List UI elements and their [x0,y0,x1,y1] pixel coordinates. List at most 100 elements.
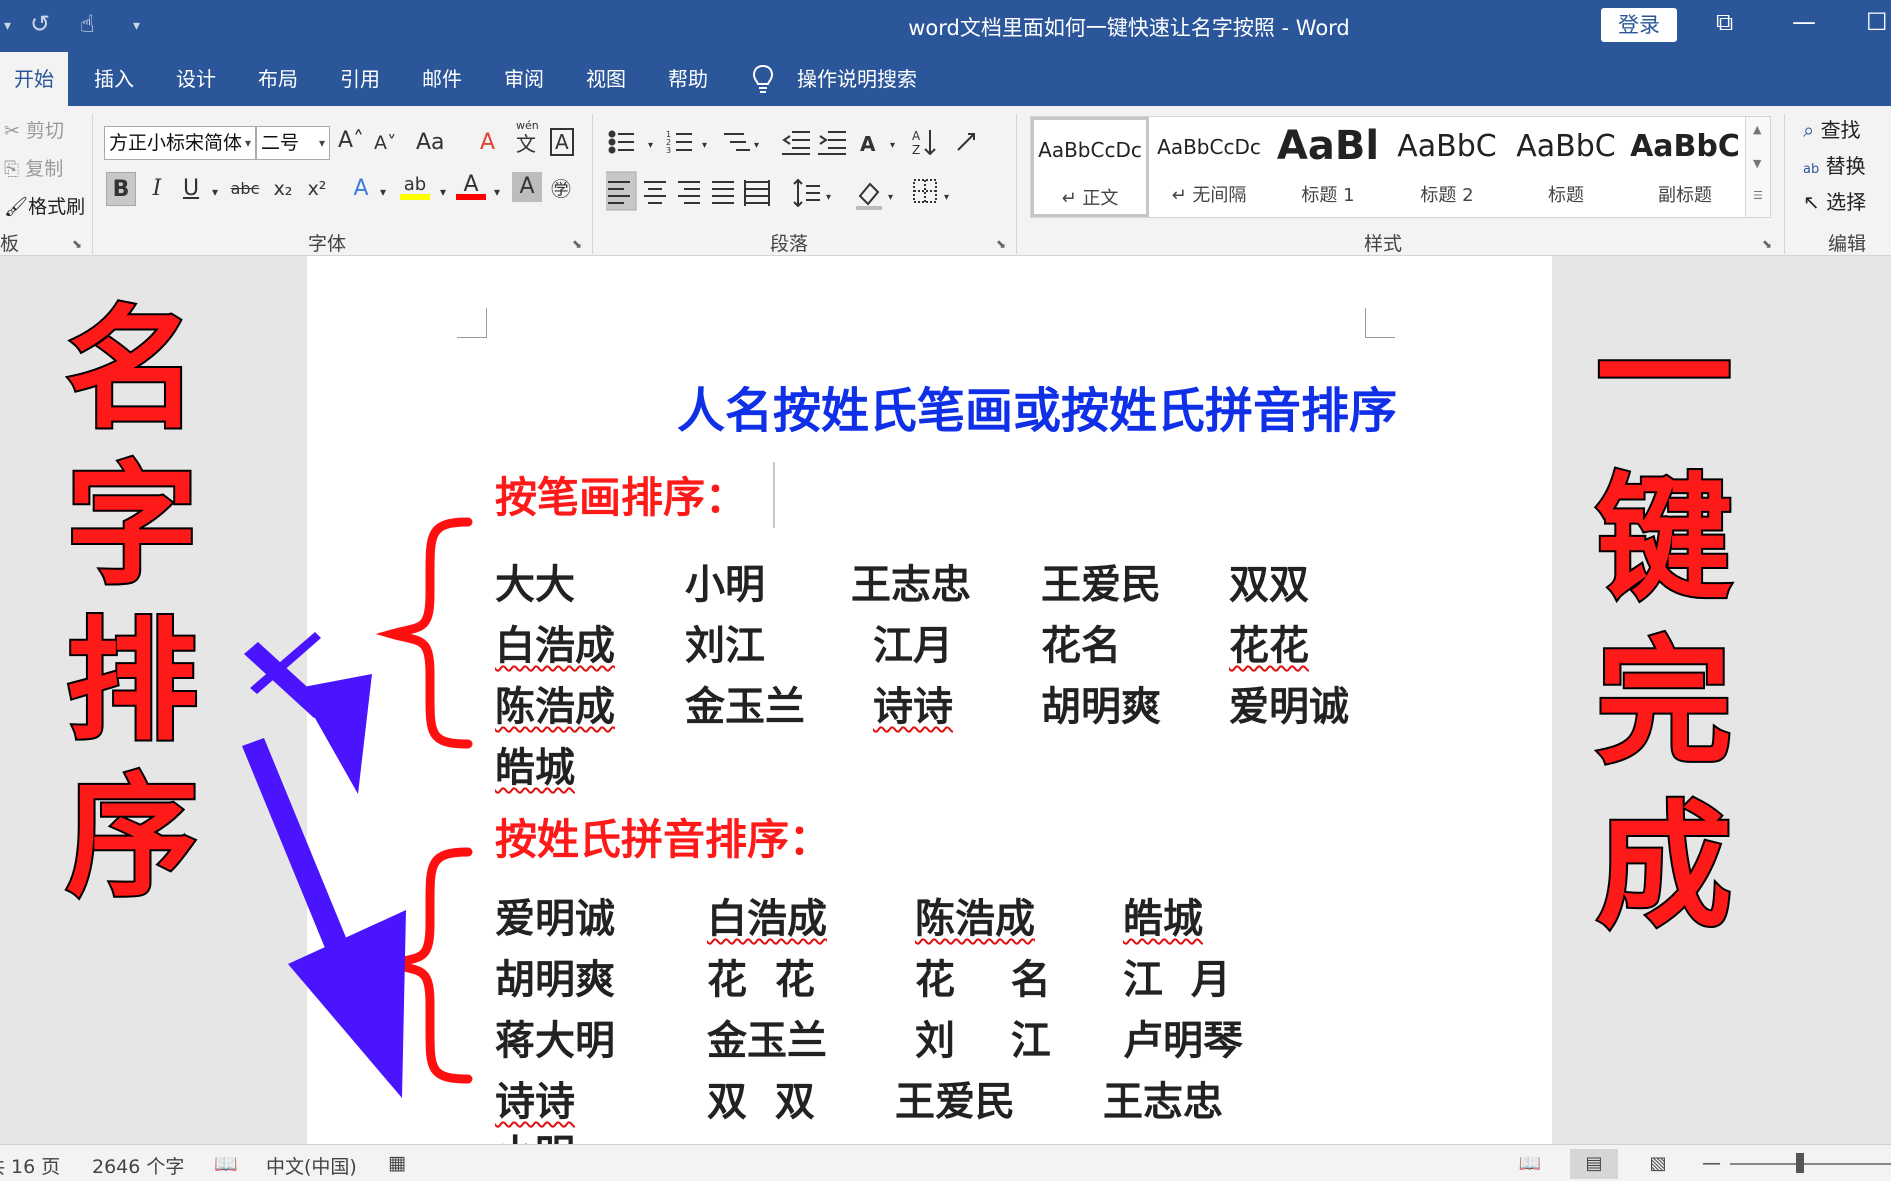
zoom-slider-thumb[interactable] [1796,1153,1804,1173]
phonetic-guide-top: wén [516,119,539,132]
name-cell: 胡明爽 [495,956,615,1003]
name-cell: 王志忠 [851,561,971,608]
strikethrough-button[interactable]: abc [230,172,260,206]
zoom-out-icon[interactable]: — [1702,1152,1721,1174]
text-effects-button[interactable]: A [346,172,376,206]
find-icon: ⌕ [1803,118,1815,142]
tab-references[interactable]: 引用 [340,52,380,106]
select-button[interactable]: ↖ 选择 [1803,186,1866,215]
style-title[interactable]: AaBbC 标题 [1507,117,1625,217]
phonetic-guide-icon[interactable]: 文 [516,134,536,154]
login-button[interactable]: 登录 [1601,8,1677,42]
tab-insert[interactable]: 插入 [94,52,134,106]
name-cell: 皓城 [495,744,575,791]
change-case-icon[interactable]: Aa [416,132,445,154]
font-color-dropdown[interactable]: ▾ [494,186,500,198]
style-normal[interactable]: AaBbCcDc ↵ 正文 [1031,117,1149,217]
style-no-spacing[interactable]: AaBbCcDc ↵ 无间隔 [1150,117,1268,217]
styles-gallery: AaBbCcDc ↵ 正文 AaBbCcDc ↵ 无间隔 AaBl 标题 1 A… [1030,116,1750,218]
copy-button[interactable]: ⎘ 复制 [4,154,63,181]
character-border-icon[interactable]: A [550,128,574,156]
maximize-icon[interactable]: ☐ [1866,8,1888,36]
show-marks-icon [957,133,975,151]
shrink-font-icon[interactable]: A˅ [374,134,397,153]
name-cell: 小明 [685,561,765,608]
svg-text:▾: ▾ [890,140,895,151]
highlight-dropdown[interactable]: ▾ [440,186,446,198]
replace-button[interactable]: ab 替换 [1803,150,1866,179]
clear-formatting-icon[interactable]: A [480,132,495,154]
status-bar: 共 16 页 2646 个字 📖 中文(中国) ▦ 📖 ▤ ▧ — [0,1144,1891,1181]
name-cell: 花 花 [707,956,815,1003]
style-heading-2[interactable]: AaBbC 标题 2 [1388,117,1506,217]
cut-button[interactable]: ✂ 剪切 [4,116,64,143]
subscript-button[interactable]: x₂ [268,172,298,206]
styles-scroll[interactable]: ▲ ▼ ☰ [1745,116,1771,218]
scroll-up-icon[interactable]: ▲ [1753,123,1761,136]
macro-icon[interactable]: ▦ [388,1152,406,1174]
clipboard-launcher-icon[interactable]: ⬊ [72,237,82,251]
name-cell: 白浩成 [707,895,827,942]
text-effects-dropdown[interactable]: ▾ [380,186,386,198]
tab-home[interactable]: 开始 [0,52,68,106]
character-shading-button[interactable]: A [512,172,542,202]
overlay-char: 成 [1594,789,1734,947]
svg-text:▾: ▾ [888,192,893,203]
word-count[interactable]: 2646 个字 [92,1152,184,1179]
name-cell: 花 名 [915,956,1051,1003]
arrow-bottom-head [288,910,406,1098]
proofing-icon[interactable]: 📖 [214,1152,238,1175]
document-page[interactable]: 人名按姓氏笔画或按姓氏拼音排序 按笔画排序： 大大 小明 王志忠 王爱民 双双 … [307,256,1552,1144]
paragraph-group-label: 段落 [770,233,809,255]
italic-button[interactable]: I [142,172,172,206]
name-cell-partial: 小明 [495,1122,575,1144]
title-bar: ▾ ↺ ☝ ▾ word文档里面如何一键快速让名字按照 - Word 登录 ⧉ … [0,0,1891,52]
tab-review[interactable]: 审阅 [504,52,544,106]
svg-text:▾: ▾ [826,192,831,203]
read-mode-icon[interactable]: 📖 [1506,1149,1554,1179]
arrow-top-head [298,674,372,794]
grow-font-icon[interactable]: A˄ [338,130,364,152]
svg-text:3: 3 [666,146,671,155]
style-subtitle[interactable]: AaBbC 副标题 [1626,117,1744,217]
arrows [242,642,406,1098]
scroll-down-icon[interactable]: ▼ [1753,157,1761,170]
underline-button[interactable]: U [176,172,206,206]
decrease-indent-icon [782,131,810,155]
highlight-button[interactable]: ab [400,168,430,200]
font-launcher-icon[interactable]: ⬊ [572,237,582,251]
underline-dropdown[interactable]: ▾ [212,186,218,198]
zoom-slider[interactable] [1730,1163,1891,1165]
styles-launcher-icon[interactable]: ⬊ [1762,237,1772,251]
bold-button[interactable]: B [106,172,136,206]
tab-design[interactable]: 设计 [176,52,216,106]
font-color-button[interactable]: A [456,168,486,200]
name-cell: 陈浩成 [915,895,1035,942]
tab-mailings[interactable]: 邮件 [422,52,462,106]
more-styles-icon[interactable]: ☰ [1753,189,1763,202]
language-status[interactable]: 中文(中国) [266,1152,357,1179]
style-heading-1[interactable]: AaBl 标题 1 [1269,117,1387,217]
font-size-combobox[interactable]: 二号 ▾ [256,126,330,160]
tab-help[interactable]: 帮助 [668,52,708,106]
enclose-characters-button[interactable]: ㊫ [546,172,576,206]
find-button[interactable]: ⌕ 查找 [1803,114,1861,143]
superscript-button[interactable]: x² [302,172,332,206]
print-layout-icon[interactable]: ▤ [1570,1149,1618,1179]
name-cell: 卢明琴 [1123,1017,1243,1064]
page-count[interactable]: 共 16 页 [0,1152,60,1179]
web-layout-icon[interactable]: ▧ [1634,1149,1682,1179]
styles-group-label: 样式 [1364,233,1403,255]
tab-layout[interactable]: 布局 [258,52,298,106]
font-name-combobox[interactable]: 方正小标宋简体 ▾ [104,126,256,160]
increase-indent-icon [818,131,846,155]
document-heading: 人名按姓氏笔画或按姓氏拼音排序 [676,383,1397,439]
editing-group-label: 编辑 [1828,233,1867,255]
ribbon-display-icon[interactable]: ⧉ [1716,8,1733,36]
paragraph-launcher-icon[interactable]: ⬊ [996,237,1006,251]
tell-me-search[interactable]: 操作说明搜索 [797,52,917,106]
format-painter-button[interactable]: 🖌格式刷 [4,192,85,219]
tab-view[interactable]: 视图 [586,52,626,106]
minimize-icon[interactable]: — [1792,8,1816,36]
svg-text:▾: ▾ [648,140,653,151]
